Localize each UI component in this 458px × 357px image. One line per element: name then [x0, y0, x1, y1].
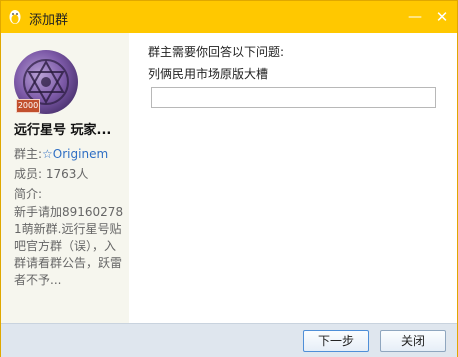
minimize-button[interactable]: —: [405, 7, 425, 27]
close-window-button[interactable]: ✕: [432, 7, 452, 27]
dialog-footer: 下一步 关闭: [1, 323, 457, 357]
group-level-badge: 2000: [16, 99, 40, 113]
group-info-panel: 2000 远行星号 玩家... 群主:☆Originem 成员: 1763人 简…: [1, 33, 129, 323]
owner-link[interactable]: ☆Originem: [42, 147, 108, 161]
add-group-dialog: 添加群 — ✕ 2000 远行星号 玩家... 群主:☆Originem 成员:…: [0, 0, 458, 357]
intro-text: 新手请加891602781萌新群.远行星号贴吧官方群（误），入群请看群公告，跃雷…: [14, 205, 124, 287]
question-text: 列俩民用市场原版大槽: [148, 67, 269, 81]
window-title: 添加群: [29, 13, 69, 28]
answer-input[interactable]: [151, 87, 436, 108]
owner-row: 群主:☆Originem: [14, 145, 108, 162]
title-bar[interactable]: 添加群 — ✕: [1, 1, 457, 33]
intro-label: 简介:: [14, 187, 43, 201]
group-name: 远行星号 玩家...: [14, 123, 112, 138]
close-button[interactable]: 关闭: [380, 330, 446, 352]
qq-penguin-icon: [8, 9, 22, 25]
next-step-button[interactable]: 下一步: [303, 330, 369, 352]
question-label: 群主需要你回答以下问题:: [148, 45, 285, 59]
member-count: 成员: 1763人: [14, 167, 89, 181]
owner-label: 群主:: [14, 147, 43, 161]
